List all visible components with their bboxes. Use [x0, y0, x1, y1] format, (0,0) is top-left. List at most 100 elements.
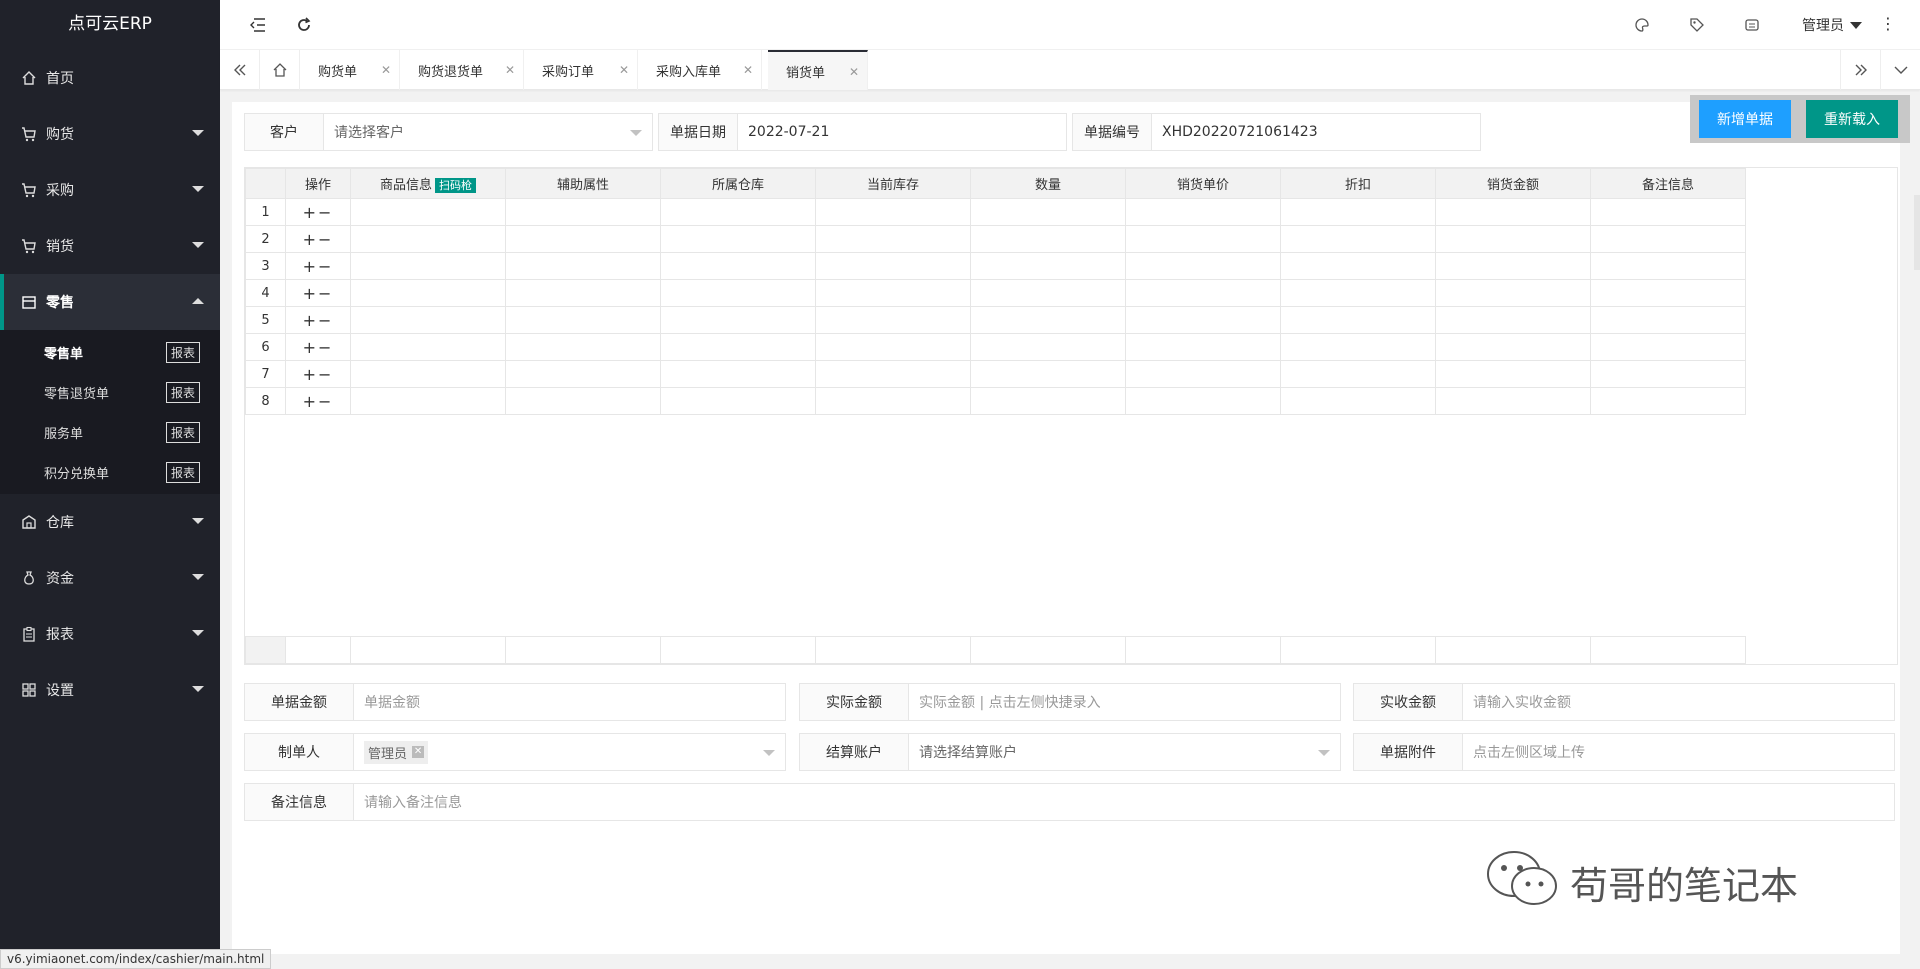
customer-select[interactable]: 请选择客户	[324, 114, 652, 150]
table-cell[interactable]	[505, 333, 661, 361]
table-cell[interactable]	[350, 225, 506, 253]
table-cell[interactable]	[1280, 387, 1436, 415]
subnav-item-retail-return[interactable]: 零售退货单 报表	[0, 372, 220, 412]
table-cell[interactable]	[1280, 198, 1436, 226]
new-document-button[interactable]: 新增单据	[1699, 100, 1791, 138]
table-cell[interactable]	[815, 360, 971, 388]
table-cell[interactable]	[815, 252, 971, 280]
table-cell[interactable]	[970, 279, 1126, 307]
maker-select[interactable]: 管理员 ✕	[354, 734, 785, 770]
table-cell[interactable]	[1280, 252, 1436, 280]
tabs-scroll-right-icon[interactable]	[1840, 50, 1880, 90]
subnav-item-points-exchange[interactable]: 积分兑换单 报表	[0, 452, 220, 492]
table-cell[interactable]	[1435, 225, 1591, 253]
close-icon[interactable]: ✕	[849, 65, 859, 79]
report-link[interactable]: 报表	[165, 341, 200, 363]
tab-procurement-inbound[interactable]: 采购入库单 ✕	[638, 50, 762, 90]
table-cell[interactable]	[505, 387, 661, 415]
table-cell[interactable]	[660, 387, 816, 415]
table-cell[interactable]	[1125, 360, 1281, 388]
account-field[interactable]: 结算账户 请选择结算账户	[799, 733, 1341, 771]
table-cell[interactable]	[1435, 306, 1591, 334]
scrollbar[interactable]	[1914, 195, 1920, 270]
refresh-icon[interactable]	[294, 15, 314, 35]
row-add-remove-buttons[interactable]: +−	[285, 360, 351, 388]
row-add-remove-buttons[interactable]: +−	[285, 387, 351, 415]
palette-icon[interactable]	[1632, 15, 1652, 35]
table-cell[interactable]	[350, 279, 506, 307]
received-amount-input[interactable]: 请输入实收金额	[1463, 684, 1894, 720]
table-cell[interactable]	[660, 333, 816, 361]
number-input[interactable]: XHD20220721061423	[1152, 114, 1480, 150]
table-cell[interactable]	[350, 387, 506, 415]
report-link[interactable]: 报表	[165, 461, 200, 483]
table-cell[interactable]	[350, 360, 506, 388]
home-tab-icon[interactable]	[260, 50, 300, 90]
sidebar-item-procurement[interactable]: 采购	[0, 162, 220, 218]
table-cell[interactable]	[815, 198, 971, 226]
close-icon[interactable]: ✕	[381, 63, 391, 77]
table-cell[interactable]	[970, 252, 1126, 280]
table-cell[interactable]	[660, 198, 816, 226]
actual-amount-input[interactable]: 实际金额 | 点击左侧快捷录入	[909, 684, 1340, 720]
table-cell[interactable]	[505, 360, 661, 388]
table-cell[interactable]	[505, 279, 661, 307]
table-cell[interactable]	[1280, 279, 1436, 307]
table-cell[interactable]	[1435, 198, 1591, 226]
close-icon[interactable]: ✕	[743, 63, 753, 77]
table-cell[interactable]	[1590, 225, 1746, 253]
tab-sales-order[interactable]: 销货单 ✕	[768, 50, 868, 90]
tabs-scroll-left-icon[interactable]	[220, 50, 260, 90]
close-icon[interactable]: ✕	[505, 63, 515, 77]
row-add-remove-buttons[interactable]: +−	[285, 333, 351, 361]
user-menu[interactable]: 管理员	[1802, 15, 1862, 35]
table-cell[interactable]	[815, 279, 971, 307]
sidebar-item-home[interactable]: 首页	[0, 50, 220, 106]
table-cell[interactable]	[350, 198, 506, 226]
table-cell[interactable]	[1125, 198, 1281, 226]
table-cell[interactable]	[1280, 306, 1436, 334]
chevron-down-icon[interactable]	[1880, 50, 1920, 90]
table-cell[interactable]	[970, 306, 1126, 334]
row-add-remove-buttons[interactable]: +−	[285, 198, 351, 226]
table-cell[interactable]	[1435, 333, 1591, 361]
menu-collapse-icon[interactable]	[248, 15, 268, 35]
more-vertical-icon[interactable]: ⋮	[1880, 14, 1896, 33]
table-cell[interactable]	[1435, 252, 1591, 280]
table-cell[interactable]	[970, 333, 1126, 361]
table-cell[interactable]	[1590, 252, 1746, 280]
table-cell[interactable]	[1435, 360, 1591, 388]
table-cell[interactable]	[1125, 279, 1281, 307]
table-cell[interactable]	[1125, 387, 1281, 415]
sidebar-item-warehouse[interactable]: 仓库	[0, 494, 220, 550]
sidebar-item-reports[interactable]: 报表	[0, 606, 220, 662]
row-add-remove-buttons[interactable]: +−	[285, 279, 351, 307]
table-cell[interactable]	[815, 387, 971, 415]
table-cell[interactable]	[660, 306, 816, 334]
attachment-label[interactable]: 单据附件	[1354, 734, 1463, 770]
tab-purchase-order[interactable]: 购货单 ✕	[300, 50, 400, 90]
table-cell[interactable]	[1590, 279, 1746, 307]
note-input[interactable]: 请输入备注信息	[354, 784, 1894, 820]
table-cell[interactable]	[505, 225, 661, 253]
table-cell[interactable]	[1435, 387, 1591, 415]
scan-gun-badge[interactable]: 扫码枪	[435, 178, 476, 193]
subnav-item-retail-order[interactable]: 零售单 报表	[0, 332, 220, 372]
amount-field[interactable]: 单据金额 单据金额	[244, 683, 786, 721]
account-select[interactable]: 请选择结算账户	[909, 734, 1340, 770]
sidebar-item-settings[interactable]: 设置	[0, 662, 220, 718]
tab-purchase-return[interactable]: 购货退货单 ✕	[400, 50, 524, 90]
row-add-remove-buttons[interactable]: +−	[285, 225, 351, 253]
tag-icon[interactable]	[1687, 15, 1707, 35]
date-input[interactable]: 2022-07-21	[738, 114, 1066, 150]
actual-amount-field[interactable]: 实际金额 实际金额 | 点击左侧快捷录入	[799, 683, 1341, 721]
table-cell[interactable]	[350, 333, 506, 361]
message-icon[interactable]	[1742, 15, 1762, 35]
table-cell[interactable]	[1280, 360, 1436, 388]
table-cell[interactable]	[1590, 360, 1746, 388]
table-cell[interactable]	[970, 198, 1126, 226]
table-cell[interactable]	[1590, 306, 1746, 334]
table-cell[interactable]	[815, 225, 971, 253]
table-cell[interactable]	[660, 279, 816, 307]
sidebar-item-retail[interactable]: 零售	[0, 274, 220, 330]
